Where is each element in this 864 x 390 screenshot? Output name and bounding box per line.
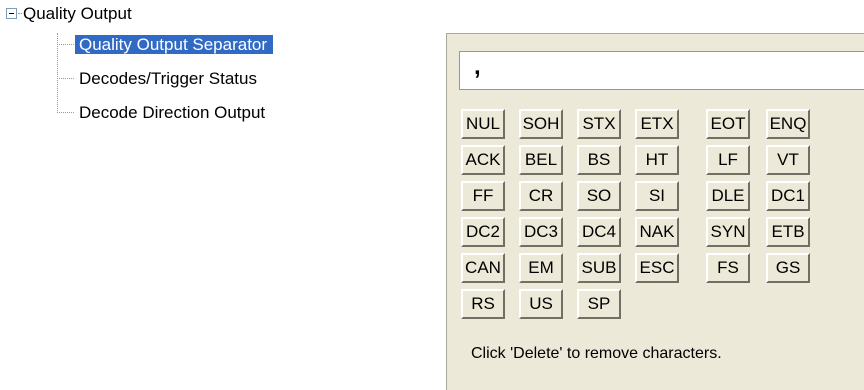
key-lf[interactable]: LF — [706, 145, 750, 175]
tree-connector — [57, 112, 74, 113]
key-eot[interactable]: EOT — [706, 109, 750, 139]
tree-item-decode-direction-output[interactable]: Decode Direction Output — [79, 102, 265, 123]
key-bel[interactable]: BEL — [519, 145, 563, 175]
key-can[interactable]: CAN — [461, 253, 505, 283]
key-dc4[interactable]: DC4 — [577, 217, 621, 247]
tree-connector — [18, 13, 22, 14]
delete-hint-text: Click 'Delete' to remove characters. — [471, 345, 722, 362]
tree-connector — [57, 78, 74, 79]
tree-connector — [57, 44, 74, 45]
key-ack[interactable]: ACK — [461, 145, 505, 175]
key-nak[interactable]: NAK — [635, 217, 679, 247]
key-sp[interactable]: SP — [577, 289, 621, 319]
tree-root-quality-output[interactable]: Quality Output — [23, 4, 132, 24]
key-si[interactable]: SI — [635, 181, 679, 211]
key-fs[interactable]: FS — [706, 253, 750, 283]
key-bs[interactable]: BS — [577, 145, 621, 175]
key-ff[interactable]: FF — [461, 181, 505, 211]
key-rs[interactable]: RS — [461, 289, 505, 319]
key-so[interactable]: SO — [577, 181, 621, 211]
key-etx[interactable]: ETX — [635, 109, 679, 139]
key-dc2[interactable]: DC2 — [461, 217, 505, 247]
key-etb[interactable]: ETB — [766, 217, 810, 247]
tree-item-decodes-trigger-status[interactable]: Decodes/Trigger Status — [79, 68, 257, 89]
key-enq[interactable]: ENQ — [766, 109, 810, 139]
key-cr[interactable]: CR — [519, 181, 563, 211]
key-dc1[interactable]: DC1 — [766, 181, 810, 211]
key-dle[interactable]: DLE — [706, 181, 750, 211]
tree-view: Quality Output Quality Output Separator … — [0, 0, 446, 390]
key-dc3[interactable]: DC3 — [519, 217, 563, 247]
key-nul[interactable]: NUL — [461, 109, 505, 139]
key-us[interactable]: US — [519, 289, 563, 319]
tree-connector — [57, 33, 58, 113]
key-gs[interactable]: GS — [766, 253, 810, 283]
tree-item-quality-output-separator[interactable]: Quality Output Separator — [75, 35, 274, 54]
key-soh[interactable]: SOH — [519, 109, 563, 139]
key-ht[interactable]: HT — [635, 145, 679, 175]
collapse-toggle-icon[interactable] — [6, 8, 17, 19]
separator-input[interactable]: , — [459, 51, 864, 90]
key-em[interactable]: EM — [519, 253, 563, 283]
key-syn[interactable]: SYN — [706, 217, 750, 247]
separator-panel: , NUL SOH STX ETX EOT ENQ ACK BEL BS HT … — [446, 33, 864, 390]
key-stx[interactable]: STX — [577, 109, 621, 139]
key-esc[interactable]: ESC — [635, 253, 679, 283]
key-sub[interactable]: SUB — [577, 253, 621, 283]
key-vt[interactable]: VT — [766, 145, 810, 175]
